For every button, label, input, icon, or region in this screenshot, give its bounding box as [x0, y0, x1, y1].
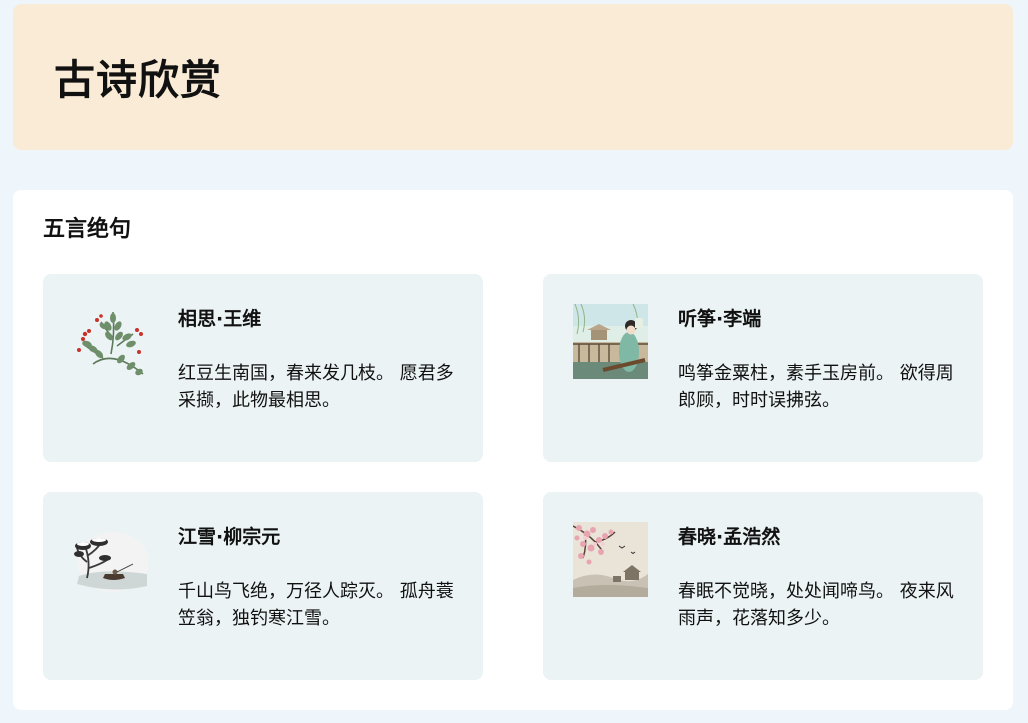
poem-text: 千山鸟飞绝，万径人踪灭。 孤舟蓑笠翁，独钓寒江雪。 [178, 581, 454, 629]
poem-title: 春晓·孟浩然 [678, 526, 781, 548]
poems-section: 五言绝句 相思·王维 红豆生南国，春来发几枝。 愿君多采撷，此物最相思。 听筝·… [13, 190, 1013, 710]
poem-title: 相思·王维 [178, 308, 262, 330]
poem-card-jiangxue: 江雪·柳宗元 千山鸟飞绝，万径人踪灭。 孤舟蓑笠翁，独钓寒江雪。 [43, 492, 483, 680]
red-bean-branch-image [77, 311, 144, 376]
poem-text: 红豆生南国，春来发几枝。 愿君多采撷，此物最相思。 [178, 363, 454, 411]
snowy-river-boat-image [74, 532, 148, 592]
page-header: 古诗欣赏 [13, 4, 1013, 150]
poem-text: 鸣筝金粟柱，素手玉房前。 欲得周郎顾，时时误拂弦。 [678, 363, 954, 411]
poem-card-xiangsi: 相思·王维 红豆生南国，春来发几枝。 愿君多采撷，此物最相思。 [43, 274, 483, 462]
poem-card-tingzheng: 听筝·李端 鸣筝金粟柱，素手玉房前。 欲得周郎顾，时时误拂弦。 [543, 274, 983, 462]
poem-title: 江雪·柳宗元 [178, 526, 281, 548]
poem-text: 春眠不觉晓，处处闻啼鸟。 夜来风雨声，花落知多少。 [678, 581, 954, 629]
section-title: 五言绝句 [43, 217, 132, 242]
spring-blossom-landscape-image [573, 522, 648, 597]
page-title: 古诗欣赏 [54, 56, 222, 104]
poem-card-chunxiao: 春晓·孟浩然 春眠不觉晓，处处闻啼鸟。 夜来风雨声，花落知多少。 [543, 492, 983, 680]
zither-player-image [573, 304, 648, 379]
poem-title: 听筝·李端 [678, 308, 762, 330]
